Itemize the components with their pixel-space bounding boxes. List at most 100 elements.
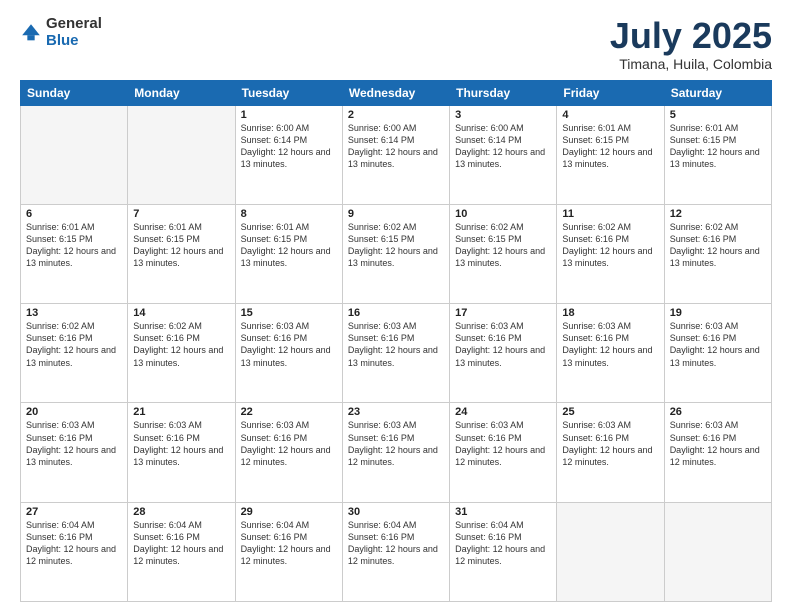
month-title: July 2025 [610,16,772,56]
day-number: 2 [348,109,444,121]
weekday-header-thursday: Thursday [450,80,557,105]
day-info: Sunrise: 6:04 AMSunset: 6:16 PMDaylight:… [241,519,337,568]
day-info: Sunrise: 6:04 AMSunset: 6:16 PMDaylight:… [26,519,122,568]
day-info: Sunrise: 6:02 AMSunset: 6:16 PMDaylight:… [26,320,122,369]
calendar-cell: 28Sunrise: 6:04 AMSunset: 6:16 PMDayligh… [128,502,235,601]
day-info: Sunrise: 6:03 AMSunset: 6:16 PMDaylight:… [348,419,444,468]
weekday-header-row: SundayMondayTuesdayWednesdayThursdayFrid… [21,80,772,105]
calendar-cell: 30Sunrise: 6:04 AMSunset: 6:16 PMDayligh… [342,502,449,601]
calendar-cell: 6Sunrise: 6:01 AMSunset: 6:15 PMDaylight… [21,204,128,303]
day-number: 17 [455,307,551,319]
day-number: 1 [241,109,337,121]
calendar-cell: 15Sunrise: 6:03 AMSunset: 6:16 PMDayligh… [235,304,342,403]
day-number: 16 [348,307,444,319]
calendar-cell: 10Sunrise: 6:02 AMSunset: 6:15 PMDayligh… [450,204,557,303]
calendar-cell [21,105,128,204]
calendar-cell: 26Sunrise: 6:03 AMSunset: 6:16 PMDayligh… [664,403,771,502]
header: General Blue July 2025 Timana, Huila, Co… [20,16,772,72]
weekday-header-sunday: Sunday [21,80,128,105]
calendar-cell [128,105,235,204]
calendar-cell: 16Sunrise: 6:03 AMSunset: 6:16 PMDayligh… [342,304,449,403]
calendar-cell: 27Sunrise: 6:04 AMSunset: 6:16 PMDayligh… [21,502,128,601]
day-info: Sunrise: 6:03 AMSunset: 6:16 PMDaylight:… [455,419,551,468]
calendar-cell: 19Sunrise: 6:03 AMSunset: 6:16 PMDayligh… [664,304,771,403]
calendar-cell: 24Sunrise: 6:03 AMSunset: 6:16 PMDayligh… [450,403,557,502]
day-number: 23 [348,406,444,418]
calendar-week-row: 20Sunrise: 6:03 AMSunset: 6:16 PMDayligh… [21,403,772,502]
day-info: Sunrise: 6:02 AMSunset: 6:15 PMDaylight:… [455,221,551,270]
day-info: Sunrise: 6:03 AMSunset: 6:16 PMDaylight:… [133,419,229,468]
calendar-cell: 8Sunrise: 6:01 AMSunset: 6:15 PMDaylight… [235,204,342,303]
day-number: 29 [241,506,337,518]
day-number: 3 [455,109,551,121]
day-info: Sunrise: 6:03 AMSunset: 6:16 PMDaylight:… [455,320,551,369]
day-number: 27 [26,506,122,518]
day-number: 13 [26,307,122,319]
day-info: Sunrise: 6:00 AMSunset: 6:14 PMDaylight:… [241,122,337,171]
day-info: Sunrise: 6:04 AMSunset: 6:16 PMDaylight:… [133,519,229,568]
day-number: 9 [348,208,444,220]
day-info: Sunrise: 6:03 AMSunset: 6:16 PMDaylight:… [670,320,766,369]
day-info: Sunrise: 6:01 AMSunset: 6:15 PMDaylight:… [26,221,122,270]
day-number: 18 [562,307,658,319]
calendar-week-row: 6Sunrise: 6:01 AMSunset: 6:15 PMDaylight… [21,204,772,303]
location-subtitle: Timana, Huila, Colombia [610,56,772,72]
day-number: 8 [241,208,337,220]
day-number: 22 [241,406,337,418]
day-info: Sunrise: 6:02 AMSunset: 6:16 PMDaylight:… [670,221,766,270]
logo-blue: Blue [46,33,102,50]
day-info: Sunrise: 6:01 AMSunset: 6:15 PMDaylight:… [562,122,658,171]
day-info: Sunrise: 6:04 AMSunset: 6:16 PMDaylight:… [455,519,551,568]
day-info: Sunrise: 6:00 AMSunset: 6:14 PMDaylight:… [348,122,444,171]
calendar-cell: 22Sunrise: 6:03 AMSunset: 6:16 PMDayligh… [235,403,342,502]
calendar-cell: 3Sunrise: 6:00 AMSunset: 6:14 PMDaylight… [450,105,557,204]
day-info: Sunrise: 6:01 AMSunset: 6:15 PMDaylight:… [133,221,229,270]
day-number: 20 [26,406,122,418]
calendar-week-row: 1Sunrise: 6:00 AMSunset: 6:14 PMDaylight… [21,105,772,204]
calendar-week-row: 13Sunrise: 6:02 AMSunset: 6:16 PMDayligh… [21,304,772,403]
day-number: 25 [562,406,658,418]
weekday-header-monday: Monday [128,80,235,105]
day-number: 15 [241,307,337,319]
day-number: 11 [562,208,658,220]
weekday-header-friday: Friday [557,80,664,105]
day-info: Sunrise: 6:03 AMSunset: 6:16 PMDaylight:… [670,419,766,468]
calendar-cell: 20Sunrise: 6:03 AMSunset: 6:16 PMDayligh… [21,403,128,502]
day-info: Sunrise: 6:03 AMSunset: 6:16 PMDaylight:… [348,320,444,369]
day-number: 21 [133,406,229,418]
logo-text: General Blue [46,16,102,49]
weekday-header-saturday: Saturday [664,80,771,105]
calendar-cell: 11Sunrise: 6:02 AMSunset: 6:16 PMDayligh… [557,204,664,303]
calendar-week-row: 27Sunrise: 6:04 AMSunset: 6:16 PMDayligh… [21,502,772,601]
day-info: Sunrise: 6:02 AMSunset: 6:15 PMDaylight:… [348,221,444,270]
day-info: Sunrise: 6:03 AMSunset: 6:16 PMDaylight:… [562,419,658,468]
day-number: 24 [455,406,551,418]
logo-general: General [46,16,102,33]
day-info: Sunrise: 6:00 AMSunset: 6:14 PMDaylight:… [455,122,551,171]
day-info: Sunrise: 6:03 AMSunset: 6:16 PMDaylight:… [562,320,658,369]
day-info: Sunrise: 6:02 AMSunset: 6:16 PMDaylight:… [562,221,658,270]
day-number: 6 [26,208,122,220]
calendar-cell: 4Sunrise: 6:01 AMSunset: 6:15 PMDaylight… [557,105,664,204]
logo: General Blue [20,16,102,49]
day-number: 5 [670,109,766,121]
calendar-cell: 14Sunrise: 6:02 AMSunset: 6:16 PMDayligh… [128,304,235,403]
day-info: Sunrise: 6:03 AMSunset: 6:16 PMDaylight:… [241,320,337,369]
calendar-cell: 23Sunrise: 6:03 AMSunset: 6:16 PMDayligh… [342,403,449,502]
day-number: 12 [670,208,766,220]
calendar-cell: 7Sunrise: 6:01 AMSunset: 6:15 PMDaylight… [128,204,235,303]
day-info: Sunrise: 6:03 AMSunset: 6:16 PMDaylight:… [26,419,122,468]
day-number: 10 [455,208,551,220]
page: General Blue July 2025 Timana, Huila, Co… [0,0,792,612]
day-number: 19 [670,307,766,319]
day-number: 31 [455,506,551,518]
day-info: Sunrise: 6:04 AMSunset: 6:16 PMDaylight:… [348,519,444,568]
calendar-cell: 2Sunrise: 6:00 AMSunset: 6:14 PMDaylight… [342,105,449,204]
calendar-cell: 18Sunrise: 6:03 AMSunset: 6:16 PMDayligh… [557,304,664,403]
calendar-cell [557,502,664,601]
calendar-table: SundayMondayTuesdayWednesdayThursdayFrid… [20,80,772,602]
calendar-cell: 1Sunrise: 6:00 AMSunset: 6:14 PMDaylight… [235,105,342,204]
day-number: 14 [133,307,229,319]
weekday-header-wednesday: Wednesday [342,80,449,105]
day-info: Sunrise: 6:01 AMSunset: 6:15 PMDaylight:… [670,122,766,171]
